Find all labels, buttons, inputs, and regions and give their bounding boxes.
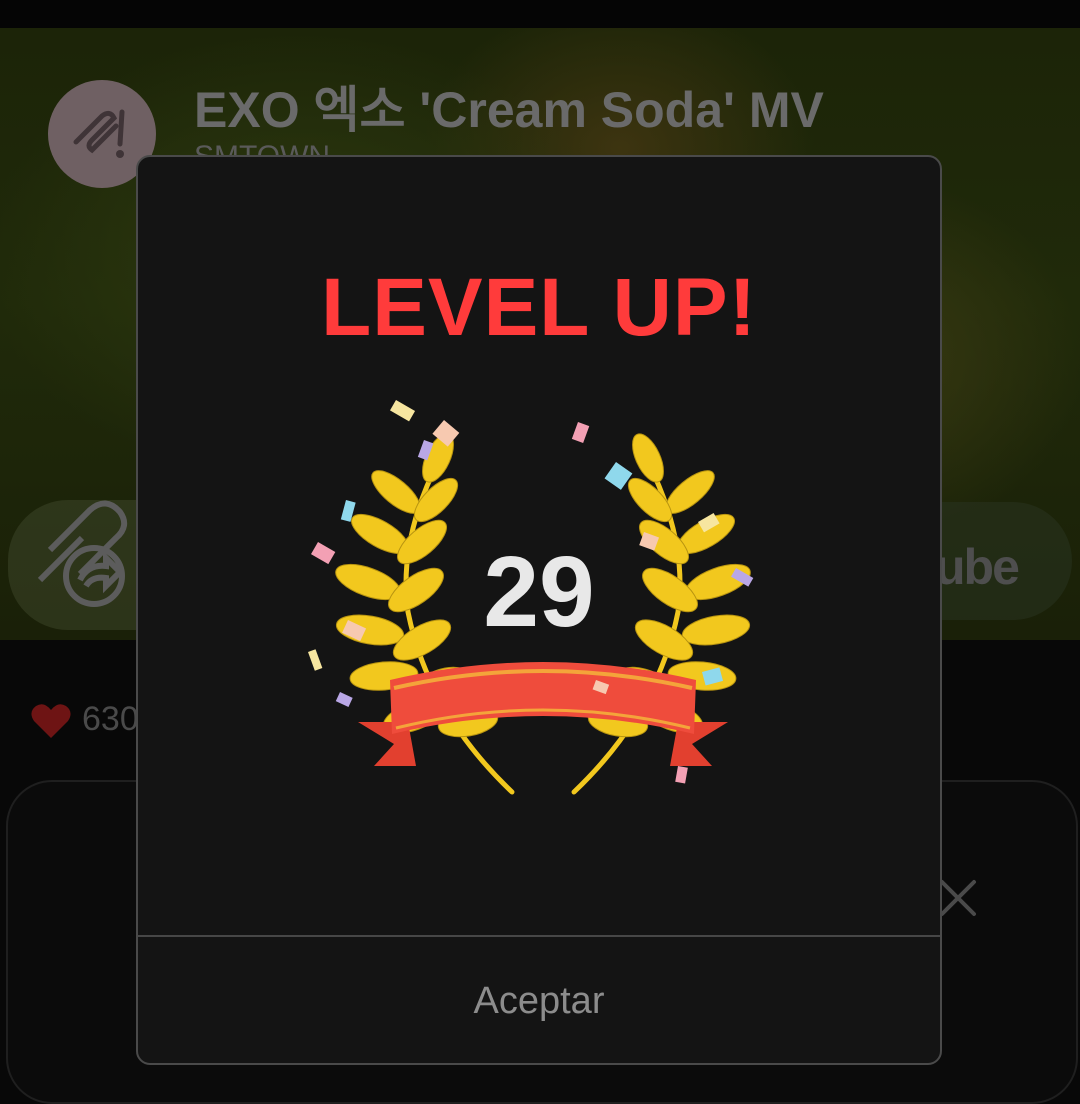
heart-icon[interactable] [30, 702, 72, 740]
status-bar [0, 0, 1080, 28]
likes-count: 630 [82, 700, 139, 738]
close-icon[interactable] [936, 876, 980, 920]
accept-button[interactable]: Aceptar [138, 937, 940, 1063]
level-number: 29 [483, 536, 595, 648]
video-title: EXO 엑소 'Cream Soda' MV [194, 82, 824, 138]
dialog-title: LEVEL UP! [321, 262, 757, 353]
share-icon [37, 500, 128, 607]
sm-logo-icon [73, 109, 125, 158]
youtube-label: ube [935, 539, 1020, 595]
level-up-dialog: LEVEL UP! 29 Aceptar [136, 155, 942, 1065]
ribbon-banner [358, 662, 728, 766]
